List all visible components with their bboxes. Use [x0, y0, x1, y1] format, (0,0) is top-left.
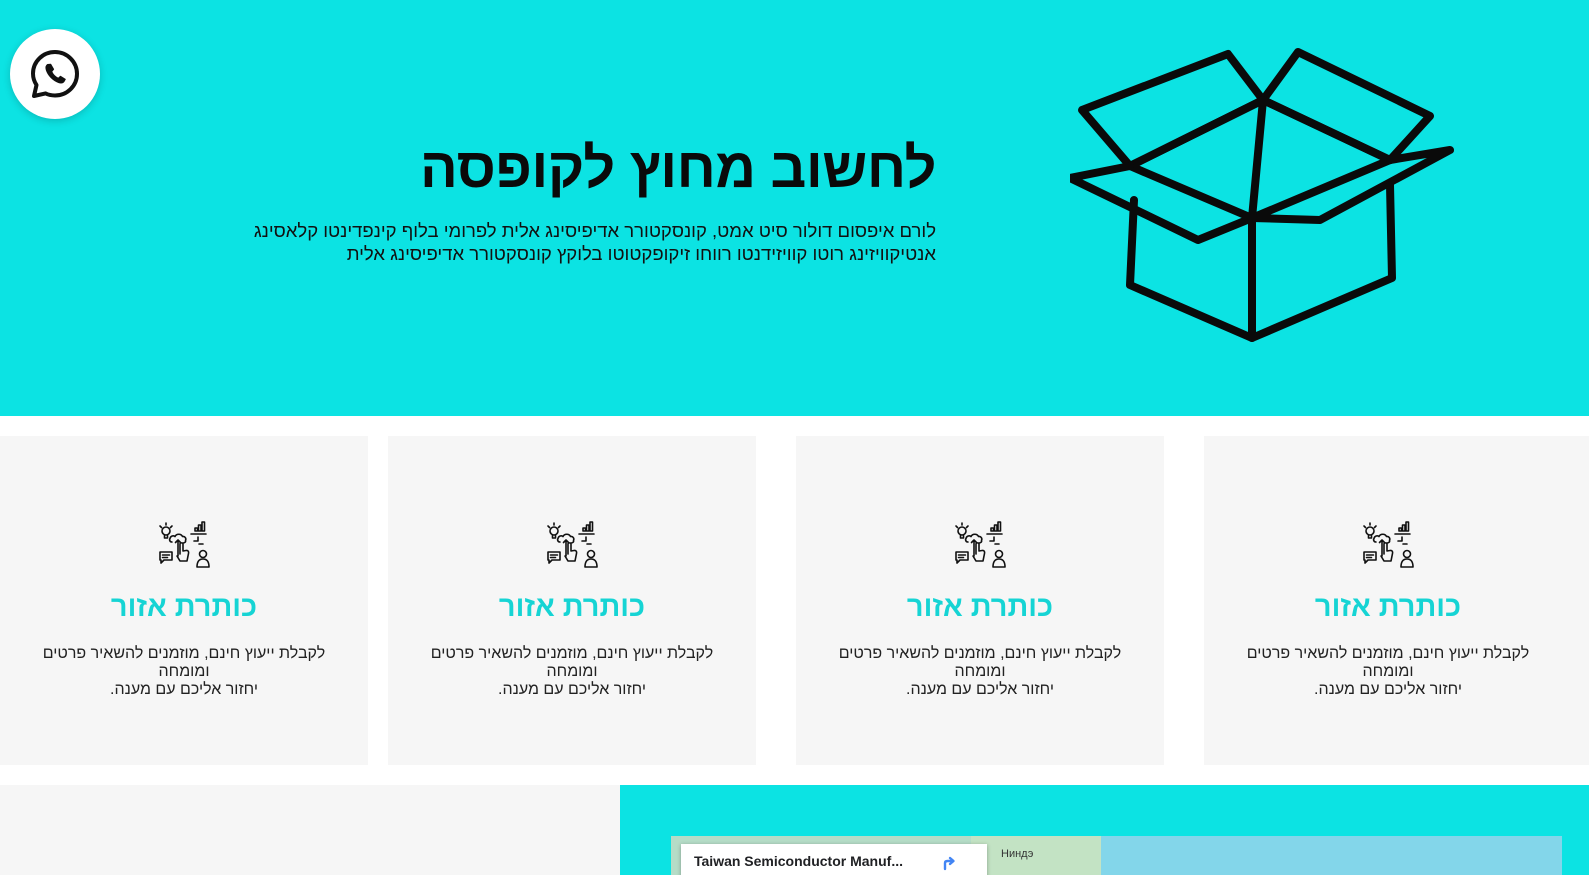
map-place-card[interactable]: Taiwan Semiconductor Manuf... — [681, 844, 987, 875]
card-title: כותרת אזור — [498, 591, 646, 623]
card-description: לקבלת ייעוץ חינם, מוזמנים להשאיר פרטים ו… — [1224, 645, 1552, 699]
directions-icon[interactable] — [937, 852, 959, 874]
card-title: כותרת אזור — [1314, 591, 1462, 623]
card-description-line: יחזור אליכם עם מענה. — [498, 681, 646, 698]
card-description-line: יחזור אליכם עם מענה. — [110, 681, 258, 698]
hero-title: לחשוב מחוץ לקופסה — [419, 136, 937, 199]
card-description: לקבלת ייעוץ חינם, מוזמנים להשאיר פרטים ו… — [20, 645, 348, 699]
feature-card: כותרת אזור לקבלת ייעוץ חינם, מוזמנים להש… — [1204, 436, 1589, 765]
card-description-line: לקבלת ייעוץ חינם, מוזמנים להשאיר פרטים ו… — [42, 645, 326, 680]
feature-card: כותרת אזור לקבלת ייעוץ חינם, מוזמנים להש… — [388, 436, 756, 765]
card-description-line: יחזור אליכם עם מענה. — [906, 681, 1054, 698]
card-description: לקבלת ייעוץ חינם, מוזמנים להשאיר פרטים ו… — [816, 645, 1144, 699]
digital-marketing-icon — [1363, 521, 1414, 568]
feature-card: כותרת אזור לקבלת ייעוץ חינם, מוזמנים להש… — [796, 436, 1164, 765]
digital-marketing-icon — [547, 521, 598, 568]
google-map[interactable]: Ниндэ Taiwan Semiconductor Manuf... — [671, 836, 1562, 875]
card-title: כותרת אזור — [110, 591, 258, 623]
map-place-name[interactable]: Taiwan Semiconductor Manuf... — [694, 853, 903, 869]
feature-card: כותרת אזור לקבלת ייעוץ חינם, מוזמנים להש… — [0, 436, 368, 765]
card-description-line: יחזור אליכם עם מענה. — [1314, 681, 1462, 698]
card-description: לקבלת ייעוץ חינם, מוזמנים להשאיר פרטים ו… — [408, 645, 736, 699]
card-description-line: לקבלת ייעוץ חינם, מוזמנים להשאיר פרטים ו… — [1246, 645, 1530, 680]
hero-section: לחשוב מחוץ לקופסה לורם איפסום דולור סיט … — [0, 0, 1589, 416]
features-section: כותרת אזור לקבלת ייעוץ חינם, מוזמנים להש… — [0, 436, 1589, 765]
card-description-line: לקבלת ייעוץ חינם, מוזמנים להשאיר פרטים ו… — [430, 645, 714, 680]
digital-marketing-icon — [159, 521, 210, 568]
map-region-label: Ниндэ — [1001, 848, 1034, 860]
map-sea — [1101, 836, 1562, 875]
whatsapp-button[interactable] — [10, 29, 100, 119]
hero-description: לורם איפסום דולור סיט אמט, קונסקטורר אדי… — [236, 219, 936, 265]
hero-description-line: לורם איפסום דולור סיט אמט, קונסקטורר אדי… — [253, 220, 936, 241]
map-land — [971, 836, 1121, 875]
contact-form-section — [0, 785, 620, 875]
open-box-icon — [1070, 48, 1454, 342]
digital-marketing-icon — [955, 521, 1006, 568]
whatsapp-icon — [31, 50, 79, 98]
hero-description-line: אנטיקוויזינג רוטו קוויזידנטו רווחו זיקופ… — [346, 243, 936, 264]
card-description-line: לקבלת ייעוץ חינם, מוזמנים להשאיר פרטים ו… — [838, 645, 1122, 680]
card-title: כותרת אזור — [906, 591, 1054, 623]
